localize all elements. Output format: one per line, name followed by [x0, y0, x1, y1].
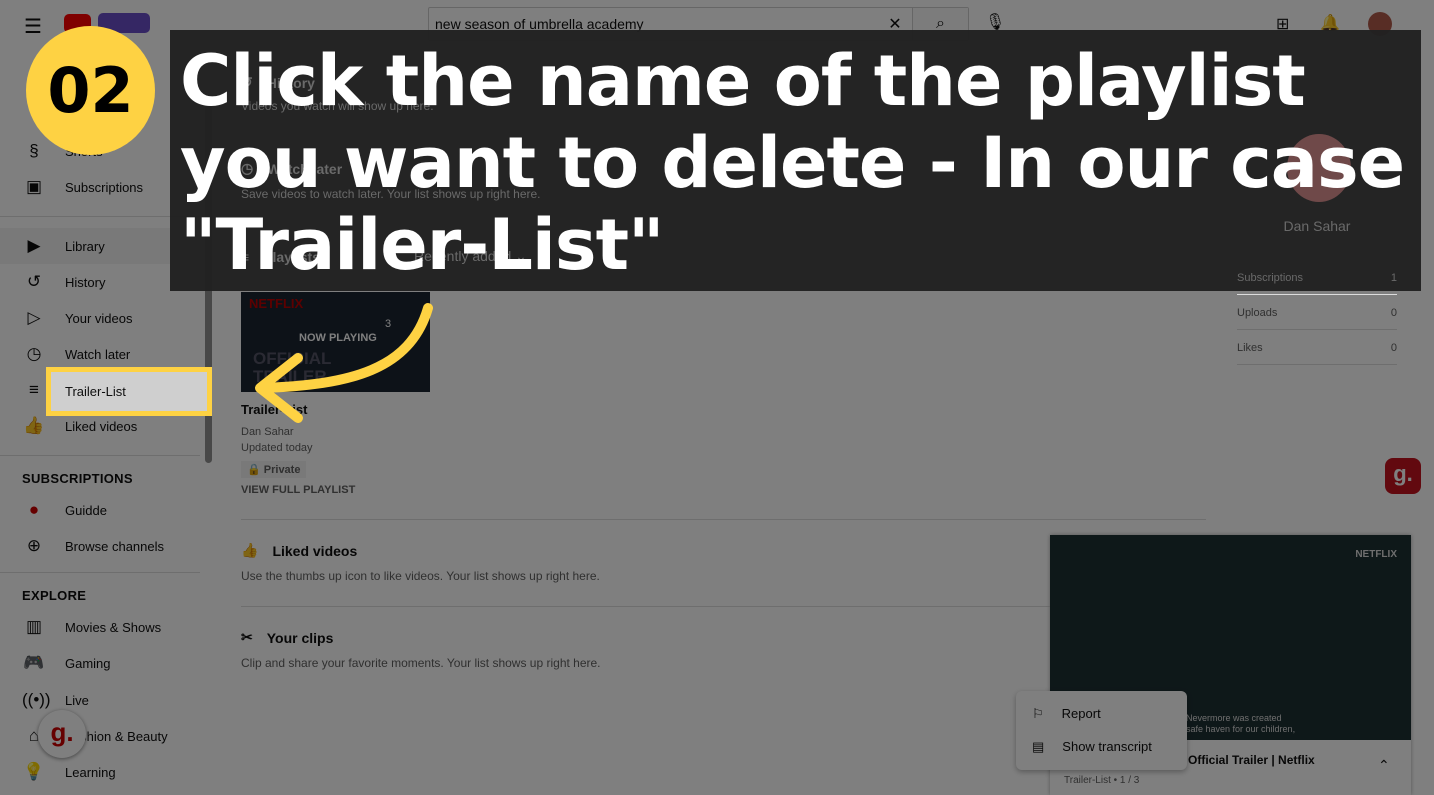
- playlist-owner[interactable]: Dan Sahar: [241, 426, 294, 438]
- menu-item-report[interactable]: ⚐ Report: [1016, 697, 1187, 730]
- create-icon[interactable]: ⊞: [1276, 14, 1289, 34]
- playlist-icon: ≡: [29, 380, 39, 399]
- sidebar-item-subscriptions[interactable]: ▣ Subscriptions: [0, 169, 200, 205]
- history-icon: ↺: [26, 272, 42, 291]
- stat-uploads: Uploads 0: [1237, 307, 1397, 330]
- your-videos-icon: ▷: [27, 308, 41, 327]
- menu-icon[interactable]: ☰: [24, 14, 42, 39]
- netflix-brand: NETFLIX: [1355, 549, 1397, 560]
- watch-later-icon: ◷: [241, 160, 254, 176]
- divider: [0, 572, 200, 573]
- subscriptions-heading: SUBSCRIPTIONS: [22, 471, 133, 486]
- divider: [0, 216, 200, 217]
- mic-icon[interactable]: 🎙: [985, 12, 1005, 32]
- sidebar-item-shorts[interactable]: § Shorts: [0, 133, 200, 169]
- stat-subscriptions: Subscriptions 1: [1237, 272, 1397, 295]
- guidde-side-button[interactable]: g.: [1385, 458, 1421, 494]
- explore-heading: EXPLORE: [22, 588, 87, 603]
- sort-dropdown[interactable]: Recently added ⌄: [414, 248, 527, 265]
- sidebar-item-guidde[interactable]: ● Guidde: [0, 492, 200, 528]
- library-icon: ▶: [27, 236, 41, 255]
- profile-name: Dan Sahar: [1283, 218, 1351, 234]
- view-full-playlist-link[interactable]: VIEW FULL PLAYLIST: [241, 484, 355, 496]
- clips-desc: Clip and share your favorite moments. Yo…: [241, 656, 601, 670]
- stat-likes: Likes 0: [1237, 342, 1397, 365]
- playlist-icon: ≡: [241, 248, 250, 265]
- privacy-badge: 🔒 Private: [241, 461, 307, 478]
- menu-item-show-transcript[interactable]: ▤ Show transcript: [1016, 730, 1187, 763]
- divider: [241, 519, 1206, 520]
- history-desc: Videos you watch will show up here.: [241, 99, 434, 113]
- search-input[interactable]: new season of umbrella academy: [429, 16, 878, 32]
- history-icon: ↺: [241, 74, 253, 90]
- sidebar-item-movies[interactable]: ▥ Movies & Shows: [0, 609, 200, 645]
- live-icon: ((•)): [22, 690, 51, 709]
- history-section-title[interactable]: ↺ History: [241, 74, 315, 91]
- miniplayer-title: Official Trailer | Netflix: [1188, 753, 1315, 767]
- miniplayer-playlist: Trailer-List • 1 / 3: [1064, 775, 1140, 786]
- sidebar-item-fashion[interactable]: ⌂ Fashion & Beauty: [0, 718, 200, 754]
- chevron-up-icon[interactable]: ⌃: [1378, 757, 1390, 774]
- caption-line: Nevermore was created: [1186, 713, 1282, 723]
- youtube-logo[interactable]: [64, 14, 91, 33]
- bell-icon[interactable]: 🔔: [1320, 13, 1340, 33]
- subscriptions-icon: ▣: [25, 177, 43, 196]
- avatar[interactable]: [1368, 12, 1392, 36]
- playlist-thumbnail[interactable]: NETFLIX NOW PLAYING 3 OFFICIAL TRAILER: [241, 292, 430, 392]
- doodle-logo: [98, 13, 150, 33]
- sidebar-item-your-videos[interactable]: ▷ Your videos: [0, 300, 200, 336]
- video-count: 3: [385, 318, 392, 330]
- highlighted-trailer-list[interactable]: Trailer-List: [46, 367, 212, 416]
- playlists-title: ≡ Playlists Recently added ⌄: [241, 248, 527, 265]
- liked-videos-title[interactable]: 👍 Liked videos: [241, 542, 357, 559]
- sidebar-item-live[interactable]: ((•)) Live: [0, 682, 200, 718]
- scissors-icon: ✂: [241, 629, 253, 645]
- clips-title[interactable]: ✂ Your clips: [241, 629, 333, 646]
- lock-icon: 🔒: [247, 464, 261, 476]
- guidde-avatar: ●: [28, 500, 40, 519]
- netflix-brand: NETFLIX: [249, 296, 304, 311]
- flag-icon: ⚐: [1032, 705, 1044, 721]
- watch-later-desc: Save videos to watch later. Your list sh…: [241, 187, 541, 201]
- playlist-title[interactable]: Trailer-List: [241, 402, 307, 417]
- sidebar-item-learning[interactable]: 💡 Learning: [0, 754, 200, 790]
- search-box[interactable]: new season of umbrella academy ✕ ⌕: [428, 7, 969, 41]
- liked-desc: Use the thumbs up icon to like videos. Y…: [241, 569, 600, 583]
- transcript-icon: ▤: [1032, 738, 1045, 754]
- bulb-icon: 💡: [23, 762, 45, 781]
- sidebar-item-history[interactable]: ↺ History: [0, 264, 200, 300]
- watch-later-title[interactable]: ◷ Watch later: [241, 160, 342, 177]
- film-icon: ▥: [25, 617, 43, 636]
- clear-icon[interactable]: ✕: [878, 14, 912, 34]
- gamepad-icon: 🎮: [23, 653, 45, 672]
- thumbs-up-icon: 👍: [23, 416, 45, 435]
- thumb-text: OFFICIAL TRAILER: [253, 349, 332, 386]
- caption-line: safe haven for our children,: [1186, 724, 1296, 734]
- add-circle-icon: ⊕: [26, 536, 42, 555]
- now-playing-label: NOW PLAYING: [299, 332, 377, 344]
- context-menu: ⚐ Report ▤ Show transcript: [1016, 691, 1187, 770]
- playlist-updated: Updated today: [241, 442, 313, 454]
- divider: [0, 455, 200, 456]
- sidebar-item-library[interactable]: ▶ Library: [0, 228, 200, 264]
- search-icon[interactable]: ⌕: [912, 8, 968, 40]
- sidebar-item-browse-channels[interactable]: ⊕ Browse channels: [0, 528, 200, 564]
- guidde-fab[interactable]: g.: [38, 710, 86, 758]
- profile-avatar: [1287, 134, 1351, 202]
- shorts-icon: §: [29, 141, 39, 160]
- watch-later-icon: ◷: [26, 344, 42, 363]
- thumbs-up-icon: 👍: [241, 542, 259, 558]
- sidebar-item-gaming[interactable]: 🎮 Gaming: [0, 645, 200, 681]
